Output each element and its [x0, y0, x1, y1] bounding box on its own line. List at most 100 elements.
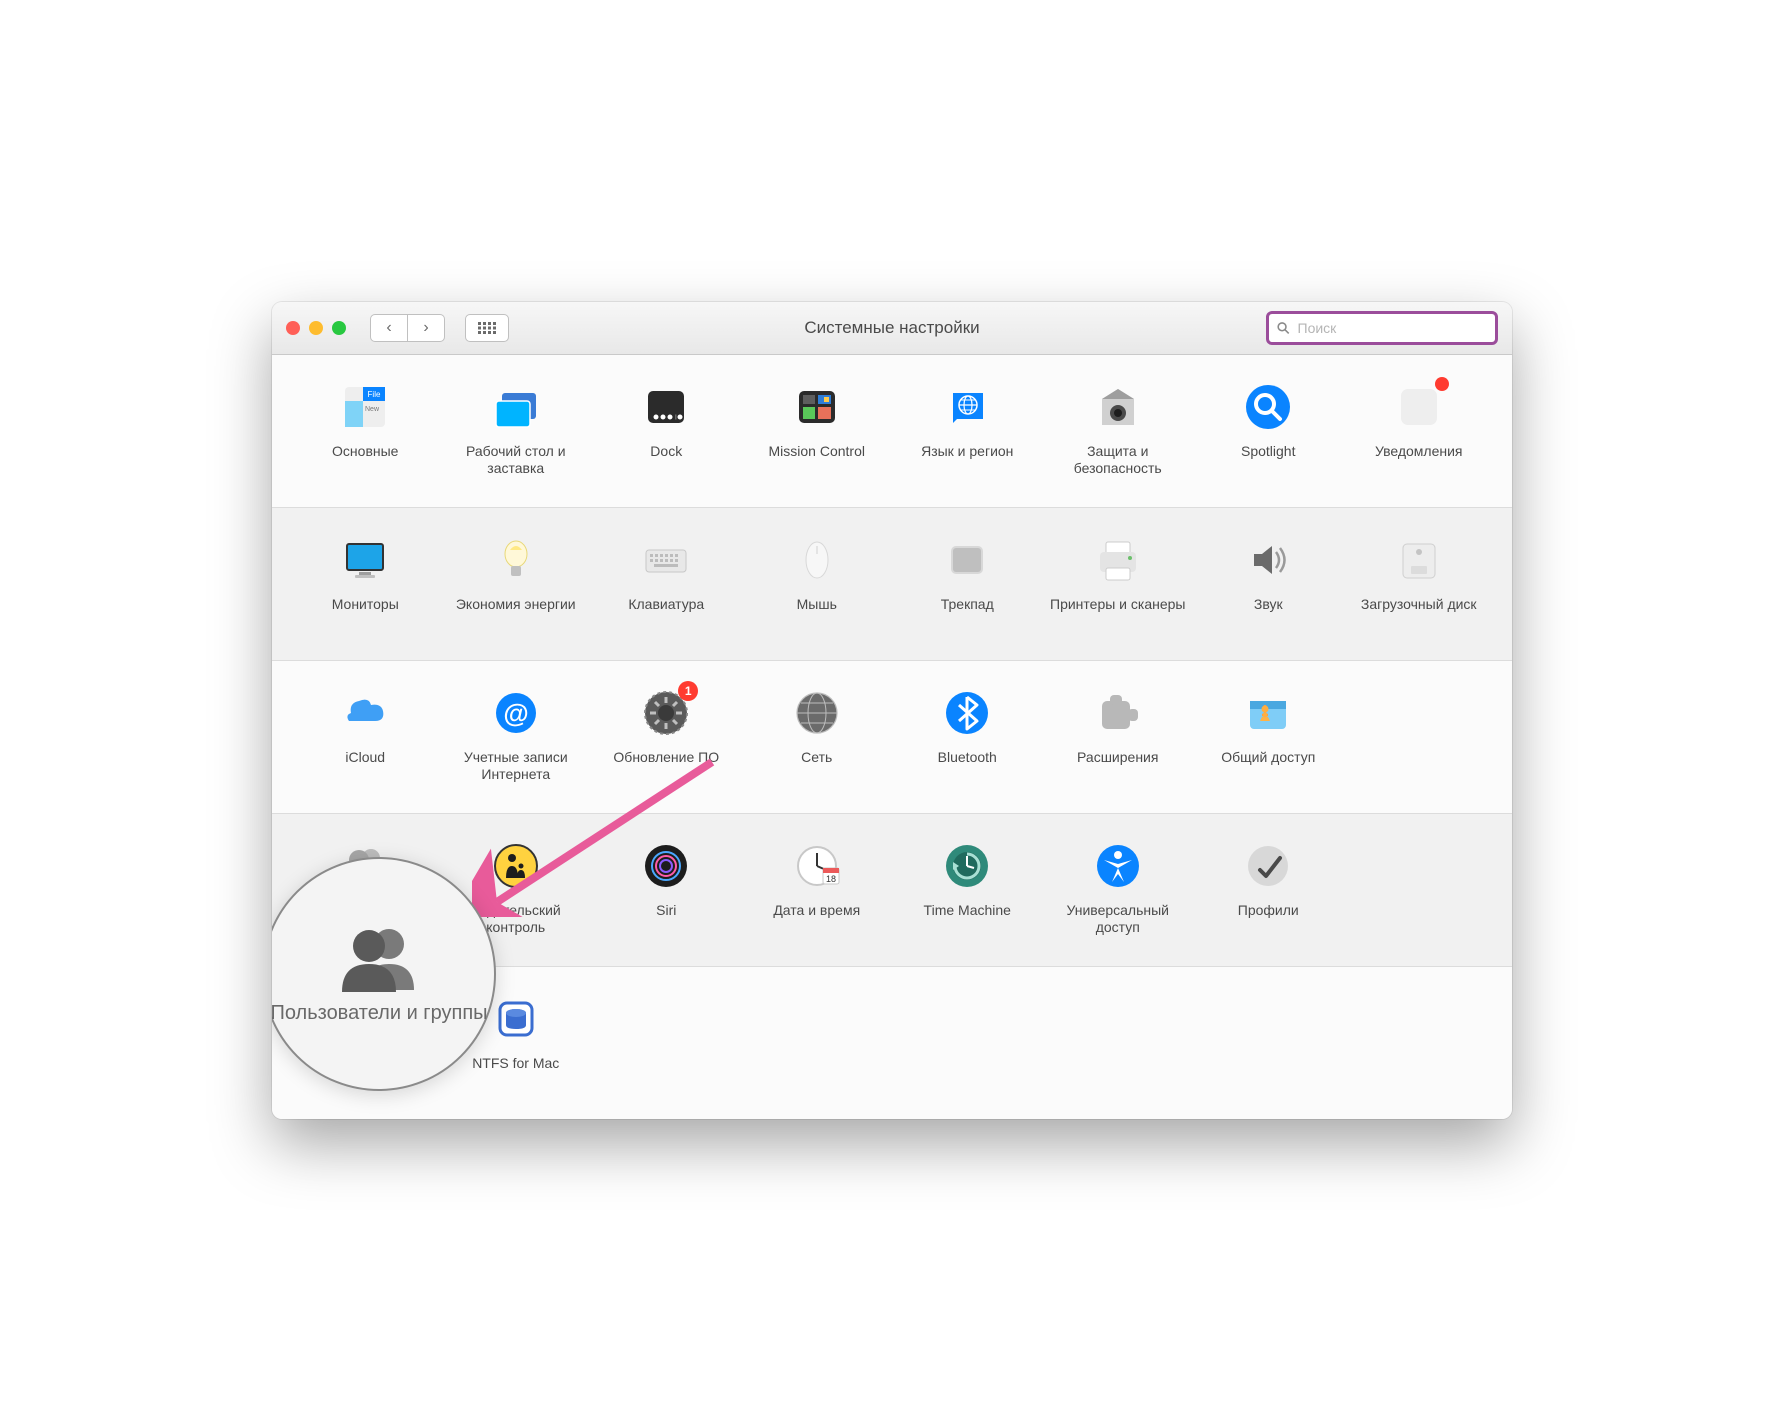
pref-bluetooth[interactable]: Bluetooth [892, 685, 1043, 795]
printers-icon [1090, 532, 1146, 588]
pref-mouse[interactable]: Мышь [742, 532, 893, 642]
close-button[interactable] [286, 321, 300, 335]
pref-label: Основные [332, 443, 398, 461]
pref-label: Рабочий стол и заставка [446, 443, 586, 478]
search-input[interactable] [1296, 319, 1488, 337]
pref-printers[interactable]: Принтеры и сканеры [1043, 532, 1194, 642]
accessibility-icon [1090, 838, 1146, 894]
pref-energy[interactable]: Экономия энергии [441, 532, 592, 642]
pref-label: Mission Control [769, 443, 865, 461]
zoom-button[interactable] [332, 321, 346, 335]
sharing-icon [1240, 685, 1296, 741]
pref-label: Сеть [801, 749, 832, 767]
pref-internet[interactable]: Учетные записи Интернета [441, 685, 592, 795]
pref-label: Dock [650, 443, 682, 461]
pref-general[interactable]: Основные [290, 379, 441, 489]
titlebar: ‹ › Системные настройки [272, 302, 1512, 355]
security-icon [1090, 379, 1146, 435]
ntfs-icon [488, 991, 544, 1047]
pref-users[interactable]: Пользователи и группы [290, 838, 441, 948]
software-icon: 1 [638, 685, 694, 741]
pref-sharing[interactable]: Общий доступ [1193, 685, 1344, 795]
parental-icon [488, 838, 544, 894]
search-field[interactable] [1266, 311, 1498, 345]
pref-keyboard[interactable]: Клавиатура [591, 532, 742, 642]
language-icon [939, 379, 995, 435]
pref-timemachine[interactable]: Time Machine [892, 838, 1043, 948]
siri-icon [638, 838, 694, 894]
pref-label: Общий доступ [1221, 749, 1315, 767]
bluetooth-icon [939, 685, 995, 741]
forward-button[interactable]: › [408, 314, 445, 342]
pref-label: Java [350, 1055, 380, 1073]
pref-language[interactable]: Язык и регион [892, 379, 1043, 489]
pref-grid: Основные Рабочий стол и заставка Dock Missi… [272, 355, 1512, 1119]
pref-row-4: Java NTFS for Mac [272, 967, 1512, 1119]
pref-label: Язык и регион [921, 443, 1013, 461]
pref-label: iCloud [345, 749, 385, 767]
pref-label: Звук [1254, 596, 1283, 614]
pref-notifications[interactable]: Уведомления [1344, 379, 1495, 489]
timemachine-icon [939, 838, 995, 894]
spotlight-icon [1240, 379, 1296, 435]
pref-extensions[interactable]: Расширения [1043, 685, 1194, 795]
internet-icon [488, 685, 544, 741]
traffic-lights [286, 321, 346, 335]
trackpad-icon [939, 532, 995, 588]
datetime-icon [789, 838, 845, 894]
pref-label: Принтеры и сканеры [1050, 596, 1185, 614]
pref-label: Bluetooth [938, 749, 997, 767]
pref-parental[interactable]: Родительский контроль [441, 838, 592, 948]
displays-icon [337, 532, 393, 588]
pref-label: Защита и безопасность [1048, 443, 1188, 478]
badge: 1 [678, 681, 698, 701]
java-icon [337, 991, 393, 1047]
pref-label: Родительский контроль [446, 902, 586, 937]
pref-java[interactable]: Java [290, 991, 441, 1101]
pref-dock[interactable]: Dock [591, 379, 742, 489]
sound-icon [1240, 532, 1296, 588]
pref-row-2: iCloud Учетные записи Интернета 1 Обновлени… [272, 661, 1512, 814]
show-all-button[interactable] [465, 314, 509, 342]
search-icon [1277, 321, 1290, 335]
pref-label: Клавиатура [628, 596, 704, 614]
pref-label: Мышь [797, 596, 837, 614]
grid-icon [478, 322, 496, 334]
pref-spotlight[interactable]: Spotlight [1193, 379, 1344, 489]
desktop-icon [488, 379, 544, 435]
pref-network[interactable]: Сеть [742, 685, 893, 795]
pref-trackpad[interactable]: Трекпад [892, 532, 1043, 642]
pref-datetime[interactable]: Дата и время [742, 838, 893, 948]
pref-label: Time Machine [924, 902, 1011, 920]
extensions-icon [1090, 685, 1146, 741]
minimize-button[interactable] [309, 321, 323, 335]
pref-label: Уведомления [1375, 443, 1463, 461]
pref-security[interactable]: Защита и безопасность [1043, 379, 1194, 489]
users-icon [337, 838, 393, 894]
pref-siri[interactable]: Siri [591, 838, 742, 948]
pref-label: Загрузочный диск [1361, 596, 1477, 614]
keyboard-icon [638, 532, 694, 588]
pref-startup[interactable]: Загрузочный диск [1344, 532, 1495, 642]
pref-accessibility[interactable]: Универсальный доступ [1043, 838, 1194, 948]
pref-software[interactable]: 1 Обновление ПО [591, 685, 742, 795]
pref-label: Обновление ПО [613, 749, 719, 767]
pref-label: Профили [1238, 902, 1299, 920]
system-preferences-window: ‹ › Системные настройки Основные Рабочий … [272, 302, 1512, 1119]
pref-icloud[interactable]: iCloud [290, 685, 441, 795]
pref-desktop[interactable]: Рабочий стол и заставка [441, 379, 592, 489]
pref-label: Трекпад [941, 596, 994, 614]
pref-row-3: Пользователи и группыРодительский контро… [272, 814, 1512, 967]
notifications-icon [1391, 379, 1447, 435]
pref-mission[interactable]: Mission Control [742, 379, 893, 489]
back-button[interactable]: ‹ [370, 314, 408, 342]
pref-ntfs[interactable]: NTFS for Mac [441, 991, 592, 1101]
pref-label: Spotlight [1241, 443, 1295, 461]
profiles-icon [1240, 838, 1296, 894]
pref-profiles[interactable]: Профили [1193, 838, 1344, 948]
icloud-icon [337, 685, 393, 741]
pref-label: Siri [656, 902, 676, 920]
pref-sound[interactable]: Звук [1193, 532, 1344, 642]
pref-displays[interactable]: Мониторы [290, 532, 441, 642]
pref-label: Учетные записи Интернета [446, 749, 586, 784]
